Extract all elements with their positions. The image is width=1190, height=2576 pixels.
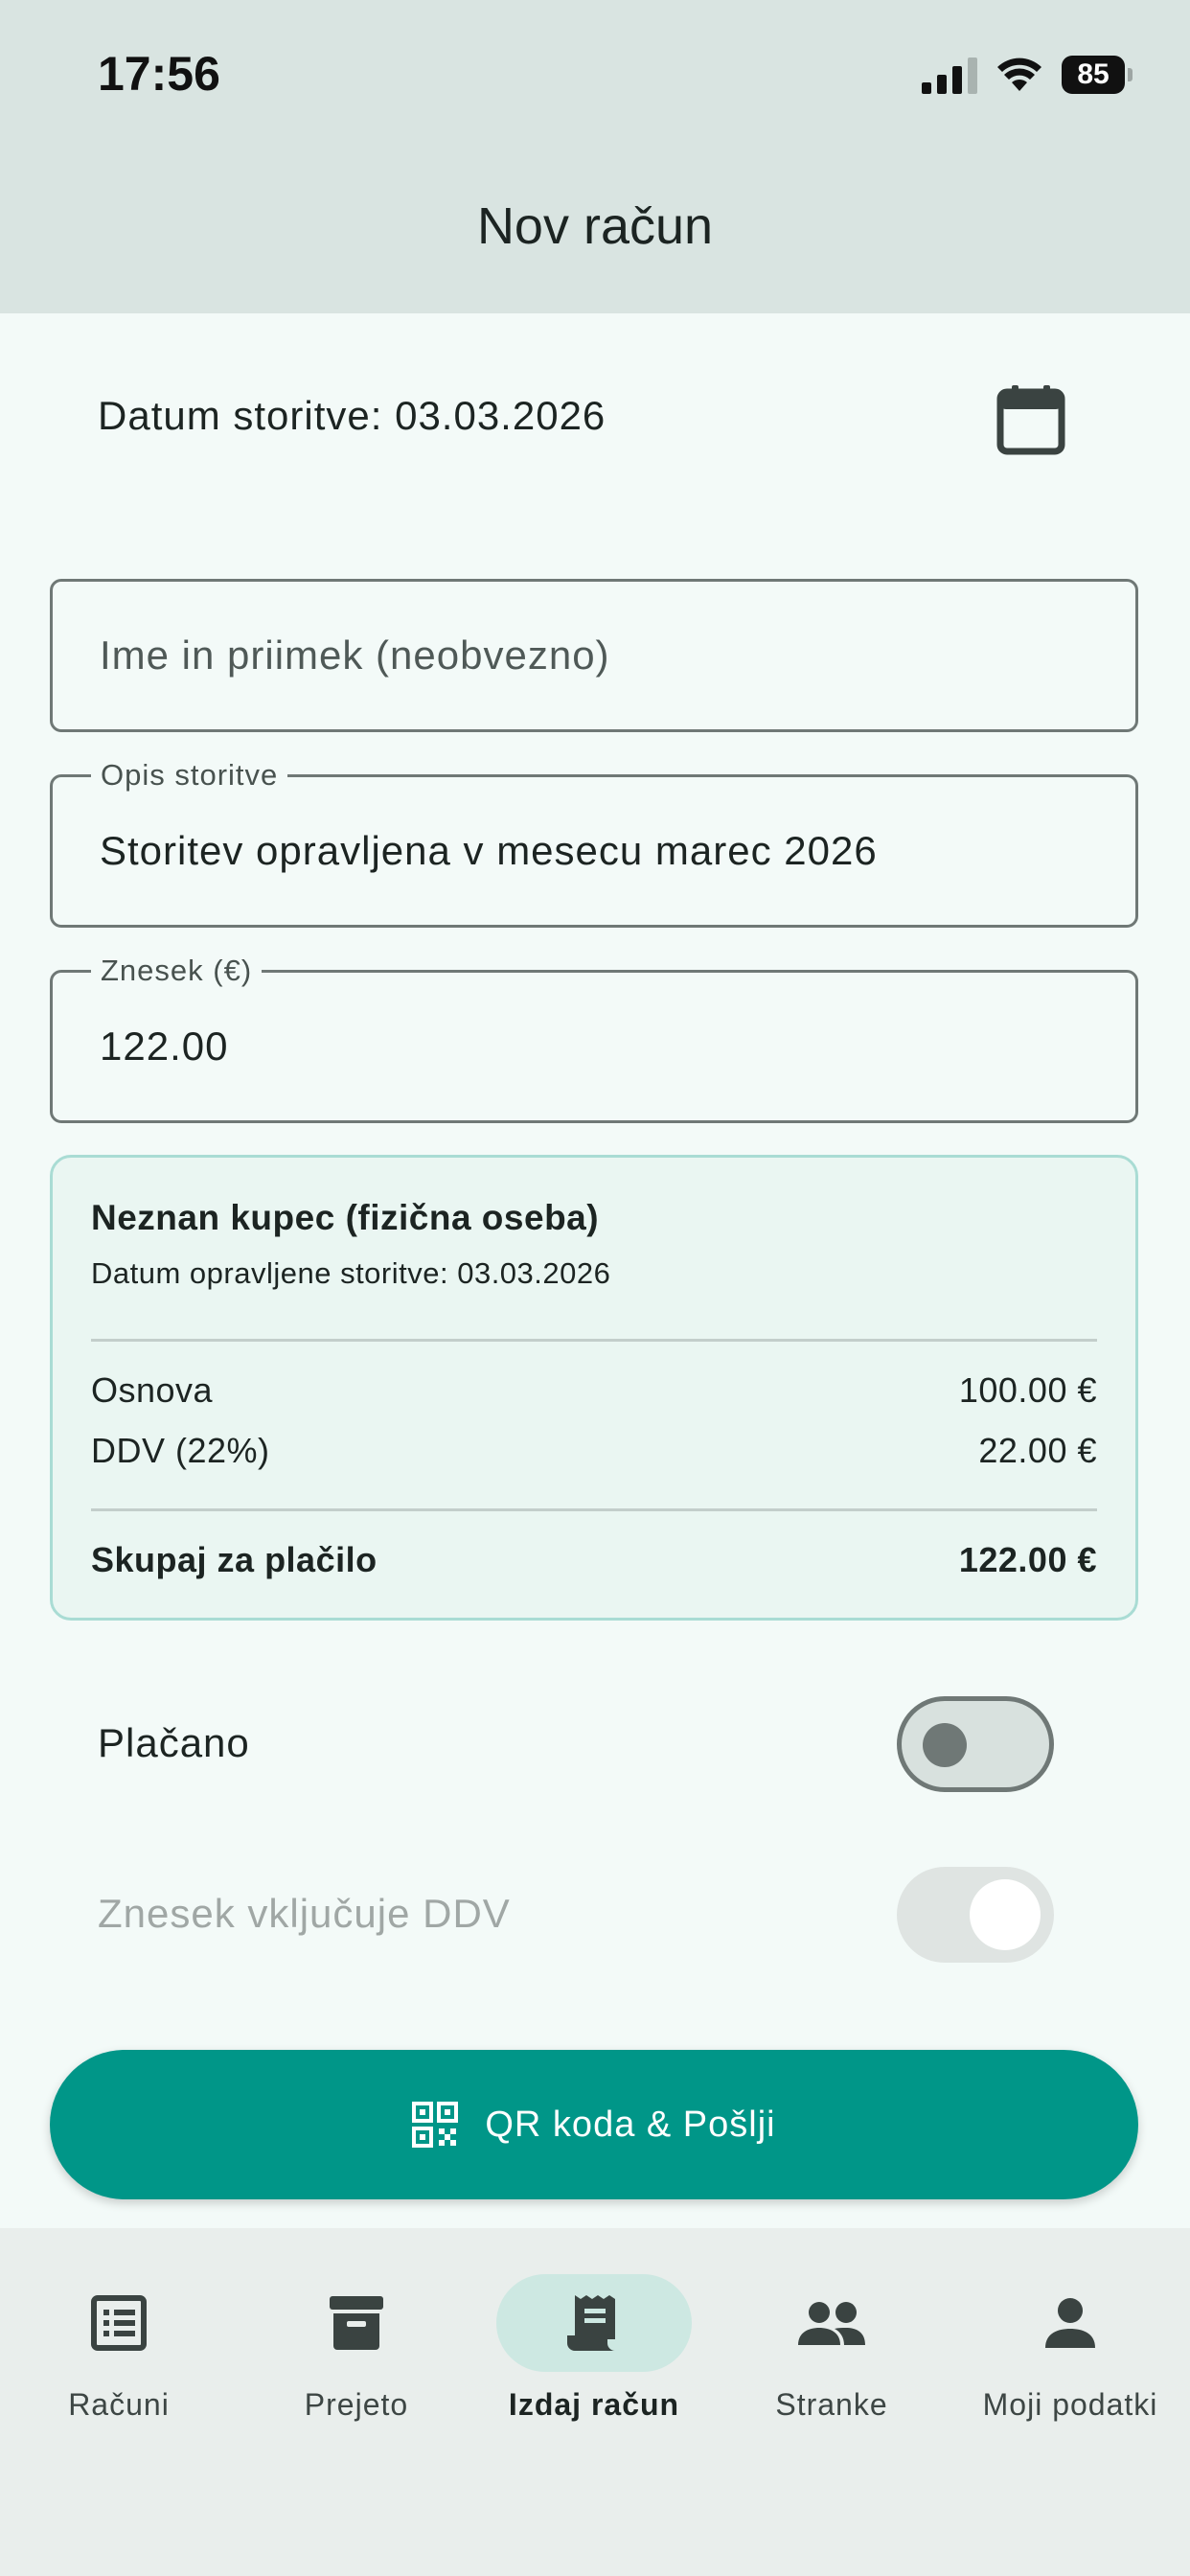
summary-divider — [91, 1508, 1097, 1511]
service-description-field[interactable]: Opis storitve Storitev opravljena v mese… — [50, 758, 1138, 928]
base-label: Osnova — [91, 1370, 214, 1410]
service-date-label: Datum storitve: 03.03.2026 — [98, 393, 606, 438]
summary-base-row: Osnova 100.00 € — [91, 1370, 1097, 1411]
vat-value: 22.00 € — [978, 1431, 1097, 1470]
service-description-value: Storitev opravljena v mesecu marec 2026 — [100, 828, 878, 873]
vat-included-label: Znesek vključuje DDV — [98, 1891, 511, 1936]
vat-included-toggle[interactable] — [897, 1867, 1054, 1963]
archive-icon — [330, 2296, 383, 2350]
paid-toggle[interactable] — [897, 1696, 1054, 1792]
battery-icon: 85 — [1062, 56, 1133, 94]
app-bar: 17:56 85 Nov račun — [0, 0, 1190, 313]
cellular-signal-icon — [922, 56, 977, 94]
customer-name-placeholder: Ime in priimek (neobvezno) — [100, 632, 610, 678]
base-value: 100.00 € — [958, 1370, 1097, 1410]
summary-total-row: Skupaj za plačilo 122.00 € — [91, 1540, 1097, 1580]
status-icons: 85 — [922, 52, 1133, 98]
qr-send-button[interactable]: QR koda & Pošlji — [50, 2050, 1138, 2199]
nav-label: Stranke — [775, 2387, 888, 2422]
buyer-name: Neznan kupec (fizična oseba) — [91, 1198, 600, 1237]
nav-item-moji-podatki[interactable]: Moji podatki — [950, 2228, 1190, 2439]
amount-value: 122.00 — [100, 1024, 229, 1069]
customer-name-field[interactable]: Ime in priimek (neobvezno) — [50, 579, 1138, 732]
summary-service-date: Datum opravljene storitve: 03.03.2026 — [91, 1256, 611, 1290]
vat-label: DDV (22%) — [91, 1431, 270, 1470]
receipt-icon — [567, 2295, 615, 2351]
nav-label: Moji podatki — [982, 2387, 1158, 2422]
nav-item-racuni[interactable]: Računi — [0, 2228, 238, 2439]
status-time: 17:56 — [98, 47, 220, 101]
qr-send-label: QR koda & Pošlji — [485, 2104, 776, 2145]
total-value: 122.00 € — [958, 1540, 1097, 1579]
page-title: Nov račun — [476, 197, 714, 255]
bottom-navigation: Računi Prejeto Izdaj račun Stranke Moji … — [0, 2228, 1190, 2576]
nav-label: Računi — [68, 2387, 170, 2422]
list-alt-icon — [91, 2295, 147, 2351]
nav-item-izdaj-racun[interactable]: Izdaj račun — [475, 2228, 713, 2439]
people-icon — [798, 2302, 865, 2345]
summary-vat-row: DDV (22%) 22.00 € — [91, 1431, 1097, 1471]
total-label: Skupaj za plačilo — [91, 1540, 378, 1579]
nav-label: Prejeto — [304, 2387, 409, 2422]
summary-divider — [91, 1339, 1097, 1342]
calendar-icon[interactable] — [996, 383, 1065, 456]
paid-label: Plačano — [98, 1720, 250, 1765]
nav-item-stranke[interactable]: Stranke — [713, 2228, 950, 2439]
battery-level: 85 — [1062, 56, 1125, 94]
wifi-icon — [997, 58, 1041, 91]
qr-code-icon — [412, 2102, 459, 2148]
nav-item-prejeto[interactable]: Prejeto — [238, 2228, 475, 2439]
amount-field[interactable]: Znesek (€) 122.00 — [50, 954, 1138, 1123]
invoice-summary-card: Neznan kupec (fizična oseba) Datum oprav… — [50, 1155, 1138, 1621]
nav-label: Izdaj račun — [508, 2387, 680, 2422]
person-icon — [1045, 2298, 1095, 2348]
